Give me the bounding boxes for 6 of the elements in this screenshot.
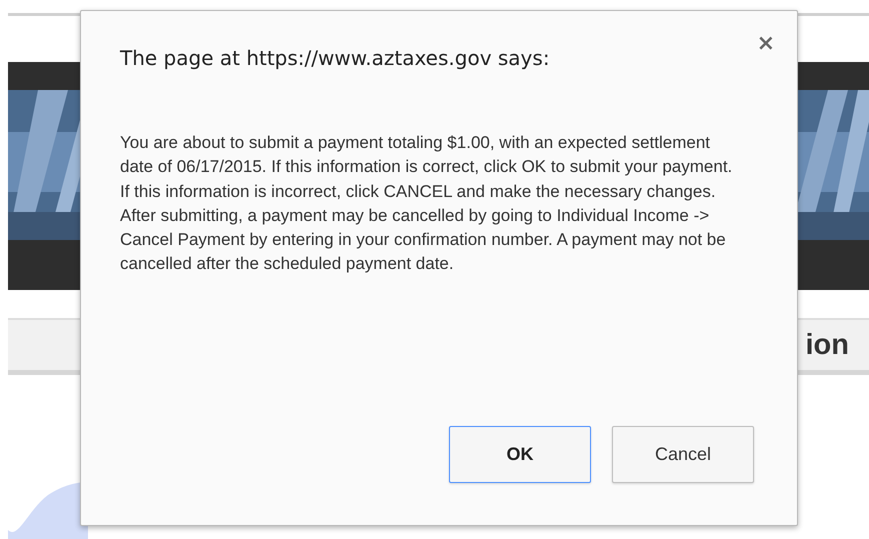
- dialog-title: The page at https://www.aztaxes.gov says:: [120, 45, 550, 72]
- page-heading: ion: [806, 328, 849, 362]
- dialog-message: You are about to submit a payment totaling $1.00, with an expected settlement date of 06/17/2015. If this information is correct, click OK to submit your payment. If this information is incorrect, click CANCEL and make the necessary changes. After submitting, a payment may be cancelled by going to Individual Income -> Cancel Payment by entering in your confirmation number. A payment may not be cancelled after the scheduled payment date.: [120, 132, 734, 276]
- cancel-button[interactable]: Cancel: [612, 426, 754, 483]
- ok-button[interactable]: OK: [449, 426, 591, 483]
- close-button[interactable]: ×: [750, 32, 781, 56]
